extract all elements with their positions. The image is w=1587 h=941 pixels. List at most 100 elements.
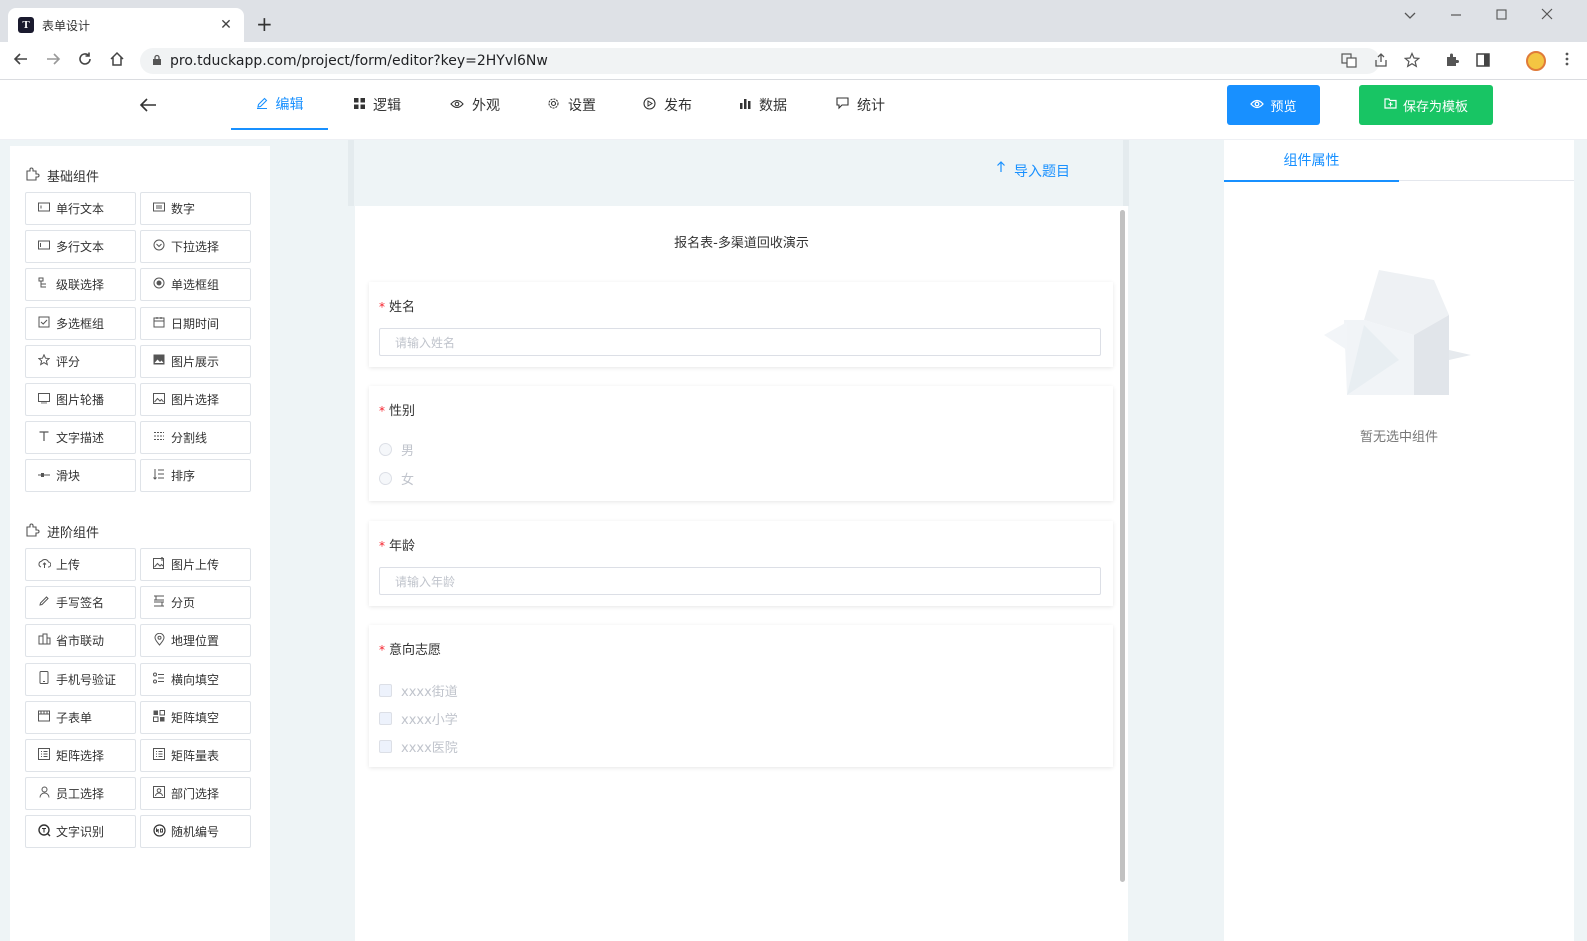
component-calendar[interactable]: 日期时间 [140, 306, 251, 340]
tab-settings[interactable]: 设置 [547, 80, 596, 130]
import-questions-button[interactable]: 导入题目 [996, 161, 1070, 181]
component-label: 文字识别 [56, 825, 105, 840]
cascader-icon [37, 277, 51, 292]
component-star[interactable]: 评分 [25, 344, 136, 378]
component-text[interactable]: 文字描述 [25, 421, 136, 455]
form-title[interactable]: 报名表-多渠道回收演示 [355, 232, 1128, 251]
component-pagination[interactable]: 分页 [140, 586, 251, 620]
canvas-scrollbar[interactable] [1120, 210, 1125, 882]
age-input[interactable]: 请输入年龄 [379, 567, 1101, 595]
component-checkbox[interactable]: 多选框组 [25, 306, 136, 340]
component-ocr[interactable]: 文字识别 [25, 815, 136, 849]
empty-box-illustration [1319, 260, 1479, 404]
component-label: 图片展示 [171, 354, 220, 369]
side-panel-icon[interactable] [1473, 52, 1493, 72]
location-icon [152, 632, 166, 649]
radio-circle[interactable] [379, 443, 392, 456]
component-matrix-scale[interactable]: 矩阵量表 [140, 739, 251, 772]
component-input[interactable]: 单行文本 [25, 192, 136, 225]
required-mark: * [379, 539, 385, 553]
option-label: 男 [401, 444, 415, 459]
tab-close-icon[interactable]: ✕ [218, 17, 234, 33]
extensions-icon[interactable] [1442, 52, 1462, 72]
more-menu-icon[interactable] [1557, 52, 1577, 70]
component-location[interactable]: 地理位置 [140, 624, 251, 658]
component-divider[interactable]: 分割线 [140, 421, 251, 455]
back-arrow-icon[interactable] [138, 94, 158, 118]
component-department[interactable]: 部门选择 [140, 777, 251, 811]
tab-component-properties[interactable]: 组件属性 [1224, 140, 1399, 182]
component-label: 矩阵量表 [171, 749, 220, 763]
tab-publish[interactable]: 发布 [643, 80, 692, 130]
component-label: 单行文本 [56, 202, 105, 216]
component-label: 排序 [171, 469, 196, 484]
component-matrix-select[interactable]: 矩阵选择 [25, 739, 136, 772]
maximize-icon[interactable] [1486, 8, 1516, 24]
component-number[interactable]: 数字 [140, 192, 251, 225]
question-card-age[interactable]: * 年龄 请输入年龄 [369, 521, 1113, 606]
component-label: 横向填空 [171, 672, 220, 687]
component-cascader[interactable]: 级联选择 [25, 268, 136, 302]
preview-button[interactable]: 预览 [1227, 85, 1320, 125]
matrix-fill-icon [152, 709, 166, 725]
component-signature[interactable]: 手写签名 [25, 586, 136, 620]
component-city[interactable]: 省市联动 [25, 624, 136, 658]
question-card-preference[interactable]: * 意向志愿 xxxx街道 xxxx小学 xxxx医院 [369, 625, 1113, 767]
radio-circle[interactable] [379, 472, 392, 485]
tab-logic[interactable]: 逻辑 [354, 80, 401, 130]
component-slider[interactable]: 滑块 [25, 459, 136, 493]
forward-icon[interactable] [42, 51, 64, 72]
component-image-select[interactable]: 图片选择 [140, 383, 251, 416]
address-bar[interactable]: pro.tduckapp.com/project/form/editor?key… [140, 48, 1380, 74]
question-label: * 姓名 [379, 296, 415, 315]
checkbox-option[interactable]: xxxx小学 [379, 709, 458, 728]
url-text: pro.tduckapp.com/project/form/editor?key… [170, 53, 548, 69]
component-radio[interactable]: 单选框组 [140, 268, 251, 302]
checkbox[interactable] [379, 684, 392, 697]
component-textarea[interactable]: 多行文本 [25, 230, 136, 264]
tab-statistics[interactable]: 统计 [836, 80, 885, 130]
component-subform[interactable]: 子表单 [25, 700, 136, 734]
component-upload[interactable]: 上传 [25, 548, 136, 581]
translate-icon[interactable] [1339, 52, 1359, 72]
component-label: 级联选择 [56, 278, 105, 293]
window-close-icon[interactable] [1532, 8, 1562, 24]
component-phone[interactable]: 手机号验证 [25, 662, 136, 696]
component-matrix-fill[interactable]: 矩阵填空 [140, 700, 251, 734]
checkbox[interactable] [379, 740, 392, 753]
component-carousel[interactable]: 图片轮播 [25, 383, 136, 416]
radio-option[interactable]: 女 [379, 469, 414, 488]
browser-tab[interactable]: T 表单设计 ✕ [8, 8, 244, 42]
number-icon [152, 202, 166, 215]
back-icon[interactable] [10, 51, 32, 72]
new-tab-button[interactable]: + [256, 14, 273, 34]
component-image[interactable]: 图片展示 [140, 344, 251, 378]
save-as-template-button[interactable]: 保存为模板 [1359, 85, 1493, 125]
tab-edit[interactable]: 编辑 [231, 80, 328, 130]
component-select[interactable]: 下拉选择 [140, 230, 251, 264]
name-input[interactable]: 请输入姓名 [379, 328, 1101, 356]
tab-search-icon[interactable] [1395, 8, 1425, 24]
fill-blank-icon [152, 672, 166, 687]
component-random-number[interactable]: 随机编号 [140, 815, 251, 849]
reload-icon[interactable] [74, 51, 96, 72]
bookmark-star-icon[interactable] [1402, 52, 1422, 72]
checkbox-option[interactable]: xxxx街道 [379, 681, 458, 700]
checkbox-option[interactable]: xxxx医院 [379, 737, 458, 756]
component-user[interactable]: 员工选择 [25, 777, 136, 811]
component-image-upload[interactable]: 图片上传 [140, 548, 251, 581]
component-fill-blank[interactable]: 横向填空 [140, 662, 251, 696]
radio-option[interactable]: 男 [379, 440, 414, 459]
checkbox[interactable] [379, 712, 392, 725]
component-sort[interactable]: 排序 [140, 459, 251, 493]
tab-data[interactable]: 数据 [740, 80, 787, 130]
home-icon[interactable] [106, 51, 128, 72]
question-card-name[interactable]: * 姓名 请输入姓名 [369, 282, 1113, 367]
edit-icon [256, 97, 268, 112]
minimize-icon[interactable] [1441, 8, 1471, 24]
share-icon[interactable] [1371, 52, 1391, 72]
profile-avatar[interactable] [1526, 51, 1546, 71]
tab-appearance[interactable]: 外观 [450, 80, 500, 130]
question-card-gender[interactable]: * 性别 男 女 [369, 386, 1113, 501]
star-icon [37, 353, 51, 369]
